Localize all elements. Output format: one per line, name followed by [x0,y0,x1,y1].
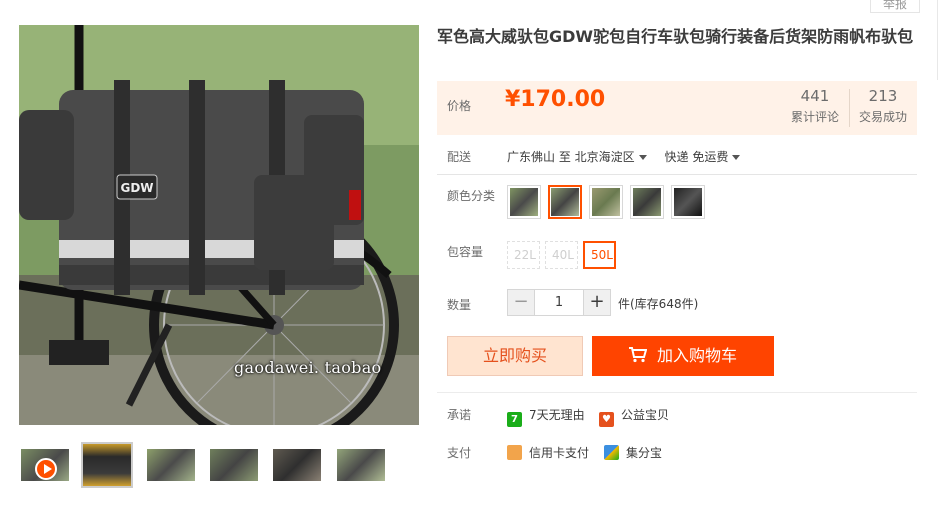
thumbnail-image [210,449,258,481]
shipping-method: 快递 免运费 [664,150,729,164]
product-page: 举报 GDW gaodawei. taobao 军色高大威驮包GDW驼包自行车驮… [0,0,943,519]
reviews-label: 累计评论 [790,110,839,124]
price-value: ¥170.00 [505,87,606,112]
stock-text: 件(库存648件) [618,297,699,311]
add-to-cart-label: 加入购物车 [656,346,737,365]
delivery-label: 配送 [447,150,472,164]
capacity-label: 包容量 [447,245,484,259]
color-option-image [592,188,620,216]
thumbnail-3[interactable] [145,447,197,483]
delivery-destination-select[interactable]: 北京海淀区 [575,150,653,164]
payment-credit-card-text: 信用卡支付 [529,446,590,460]
sales-count: 213 [868,87,898,105]
promise-7day-text: 7天无理由 [529,408,585,422]
color-option-image [633,188,661,216]
promise-charity-text: 公益宝贝 [621,408,670,422]
sales-label: 交易成功 [858,110,907,124]
buy-now-button[interactable]: 立即购买 [447,336,583,376]
color-option-5[interactable] [671,185,705,219]
play-icon[interactable] [35,458,57,480]
color-label: 颜色分类 [447,189,496,203]
payment-jifenbao-text: 集分宝 [626,446,663,460]
reviews-stat[interactable]: 441 累计评论 [782,87,848,125]
main-product-image[interactable]: GDW gaodawei. taobao [19,25,419,425]
capacity-option-50l[interactable]: 50L [583,241,616,269]
payment-label: 支付 [447,446,472,460]
color-option-2[interactable] [548,185,582,219]
thumbnail-image [273,449,321,481]
cart-icon [628,347,647,363]
jifenbao-icon [604,445,619,460]
color-option-3[interactable] [589,185,623,219]
side-divider [937,0,943,80]
color-option-image [510,188,538,216]
image-watermark: gaodawei. taobao [234,358,382,377]
add-to-cart-button[interactable]: 加入购物车 [592,336,774,376]
thumbnail-strip [19,442,419,488]
heart-icon: ♥ [599,412,614,427]
product-title: 军色高大威驮包GDW驼包自行车驮包骑行装备后货架防雨帆布驮包 [437,27,914,46]
sales-stat: 213 交易成功 [850,87,916,125]
reviews-count: 441 [800,87,830,105]
chevron-down-icon [638,155,647,160]
thumbnail-5[interactable] [271,447,323,483]
color-option-image [674,188,702,216]
thumbnail-image [83,444,131,486]
credit-card-icon [507,445,522,460]
chevron-down-icon [732,155,741,160]
thumbnail-2[interactable] [81,442,133,488]
quantity-decrease-button[interactable]: − [507,289,535,316]
color-option-image [551,188,579,216]
promise-label: 承诺 [447,408,472,422]
delivery-to: 北京海淀区 [574,150,635,164]
delivery-row: 广东佛山 至 北京海淀区 快递 免运费 [507,148,746,165]
capacity-option-40l[interactable]: 40L [545,241,578,269]
thumbnail-video[interactable] [19,447,71,483]
quantity-increase-button[interactable]: + [583,289,611,316]
payment-credit-card[interactable]: 信用卡支付 [507,444,589,461]
svg-text:GDW: GDW [120,181,153,195]
seven-day-icon: 7 [507,412,522,427]
color-option-4[interactable] [630,185,664,219]
color-option-1[interactable] [507,185,541,219]
payment-jifenbao[interactable]: 集分宝 [604,444,662,461]
price-box: 价格 ¥170.00 441 累计评论 213 交易成功 [437,81,917,135]
thumbnail-6[interactable] [335,447,387,483]
price-label: 价格 [447,99,472,113]
promise-7day[interactable]: 7 7天无理由 [507,406,585,427]
delivery-from: 广东佛山 至 [507,150,571,164]
thumbnail-4[interactable] [208,447,260,483]
promise-charity[interactable]: ♥ 公益宝贝 [599,406,669,427]
quantity-input[interactable]: 1 [535,289,583,316]
thumbnail-image [147,449,195,481]
report-link[interactable]: 举报 [870,0,920,13]
quantity-label: 数量 [447,298,472,312]
capacity-option-22l[interactable]: 22L [507,241,540,269]
section-divider [437,174,917,175]
shipping-select[interactable]: 快递 免运费 [665,150,747,164]
section-divider [437,392,917,393]
thumbnail-image [337,449,385,481]
